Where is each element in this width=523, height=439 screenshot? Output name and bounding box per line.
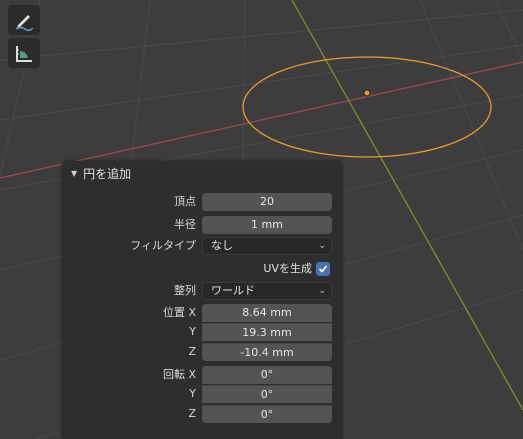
- rotation-x-axis: X: [188, 368, 196, 381]
- location-x-field[interactable]: 8.64 mm: [202, 304, 332, 322]
- checkmark-icon: [318, 265, 328, 273]
- vertices-label: 頂点: [174, 195, 196, 208]
- chevron-down-icon: ⌄: [318, 286, 326, 296]
- generate-uv-label: UVを生成: [263, 262, 312, 275]
- location-x-axis: X: [188, 306, 196, 319]
- location-x-label: 位置 X: [62, 304, 196, 322]
- location-y-label: Y: [189, 325, 196, 338]
- fill-type-label: フィルタイプ: [130, 239, 196, 252]
- radius-field[interactable]: 1 mm: [202, 216, 332, 234]
- panel-title: 円を追加: [83, 166, 132, 181]
- annotate-tool-button[interactable]: [8, 5, 40, 35]
- location-z-label: Z: [188, 345, 196, 358]
- rotation-z-field[interactable]: 0°: [202, 405, 332, 423]
- fill-type-dropdown[interactable]: なし ⌄: [202, 237, 332, 255]
- align-label: 整列: [174, 284, 196, 297]
- collapse-triangle-icon[interactable]: ▼: [71, 169, 77, 178]
- rotation-label: 回転: [162, 368, 185, 381]
- radius-label: 半径: [174, 218, 196, 231]
- generate-uv-checkbox[interactable]: [316, 262, 330, 276]
- rotation-x-field[interactable]: 0°: [202, 366, 332, 384]
- panel-header[interactable]: ▼ 円を追加: [62, 161, 342, 185]
- measure-tool-button[interactable]: [8, 38, 40, 68]
- rotation-y-field[interactable]: 0°: [202, 385, 332, 403]
- location-z-field[interactable]: -10.4 mm: [202, 343, 332, 361]
- vertices-field[interactable]: 20: [202, 193, 332, 211]
- align-value: ワールド: [211, 284, 255, 297]
- circle-mesh[interactable]: [242, 56, 492, 158]
- fill-type-value: なし: [211, 239, 233, 252]
- add-circle-operator-panel: ▼ 円を追加 頂点 20 半径 1 mm フィルタイプ なし ⌄ UVを生成 整…: [62, 161, 342, 439]
- rotation-z-label: Z: [188, 407, 196, 420]
- measure-ruler-icon: [16, 46, 32, 62]
- rotation-y-label: Y: [189, 387, 196, 400]
- rotation-x-label: 回転 X: [62, 366, 196, 384]
- chevron-down-icon: ⌄: [318, 241, 326, 251]
- annotate-pencil-icon: [15, 15, 34, 31]
- origin-point: [363, 89, 371, 97]
- location-label: 位置: [162, 306, 185, 319]
- generate-uv-row[interactable]: UVを生成: [202, 261, 332, 277]
- align-dropdown[interactable]: ワールド ⌄: [202, 282, 332, 300]
- location-y-field[interactable]: 19.3 mm: [202, 323, 332, 341]
